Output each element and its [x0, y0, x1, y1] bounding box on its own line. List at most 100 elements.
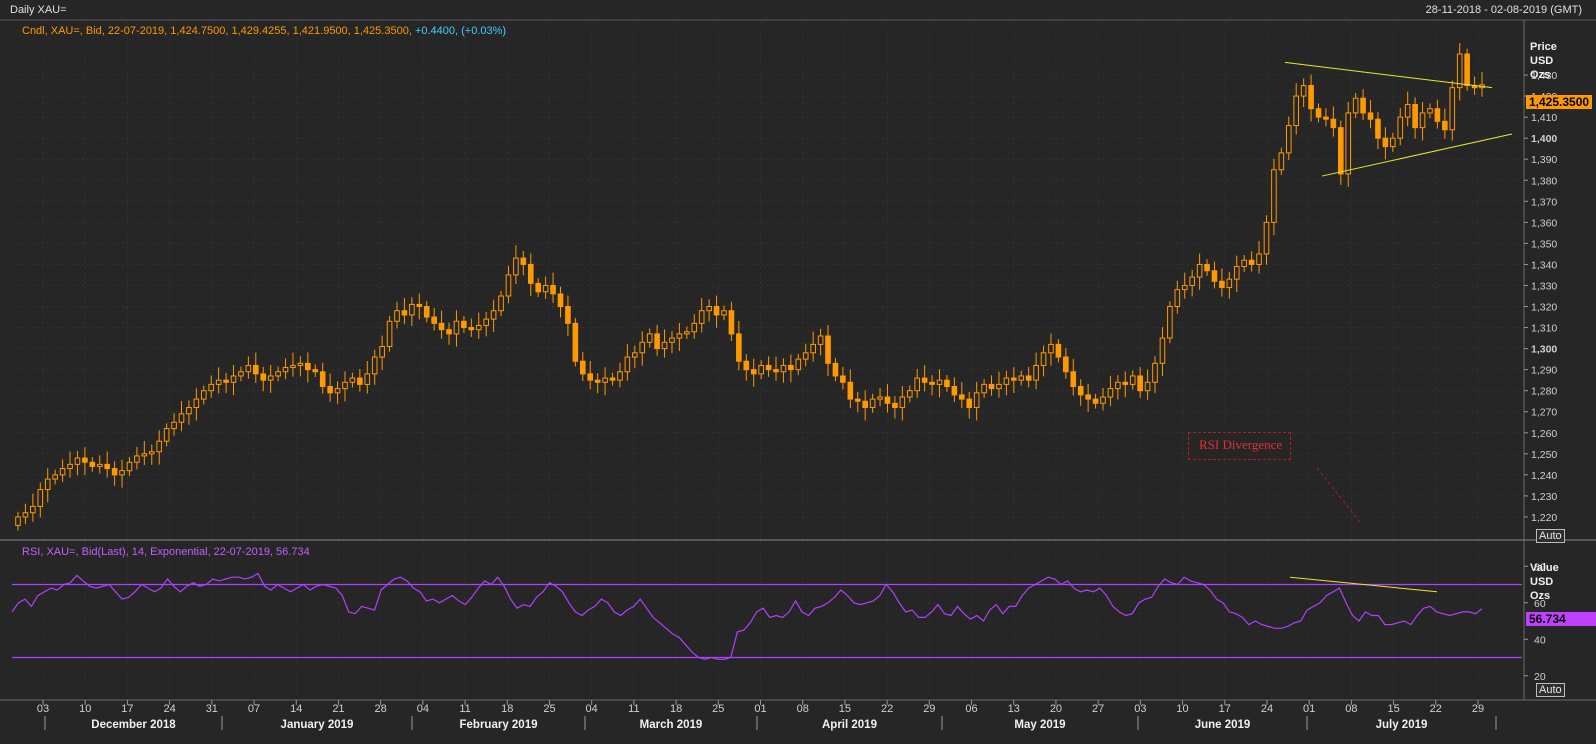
- candle-up: [1196, 263, 1203, 278]
- candle-down: [401, 310, 408, 316]
- price-axis-title: Price USD Ozs: [1530, 40, 1557, 82]
- rsi-divergence-annotation: RSI Divergence: [1188, 432, 1292, 460]
- candle-down: [327, 385, 333, 394]
- candle-up: [1226, 278, 1233, 289]
- x-tick-label: 31: [206, 703, 218, 715]
- price-legend-values: Cndl, XAU=, Bid, 22-07-2019, 1,424.7500,…: [22, 25, 412, 37]
- candle-up: [22, 512, 29, 518]
- rsi-axis-title-line: Ozs: [1530, 590, 1551, 602]
- last-price-tag: 1,425.3500: [1526, 95, 1593, 109]
- candle-up: [364, 373, 371, 385]
- candle-up: [817, 335, 824, 345]
- candle-up: [156, 440, 163, 453]
- candle-up: [1241, 259, 1247, 268]
- price-legend-change: +0.4400, (+0.03%): [414, 25, 507, 37]
- price-tick-label: 1,350: [1531, 238, 1557, 250]
- price-tick-label: 1,320: [1531, 302, 1557, 314]
- candle-up: [1189, 276, 1195, 286]
- candle-up: [67, 463, 73, 470]
- candle-up: [899, 396, 906, 409]
- candle-up: [795, 358, 802, 371]
- candle-down: [312, 369, 319, 373]
- candle-up: [96, 463, 103, 467]
- x-tick-label: 29: [923, 703, 935, 715]
- candle-down: [951, 385, 958, 396]
- candle-up: [602, 377, 608, 383]
- candle-up: [1100, 396, 1106, 404]
- month-label: July 2019: [1376, 719, 1428, 731]
- candle-up: [379, 346, 385, 358]
- candle-up: [617, 371, 623, 381]
- x-tick-label: 10: [79, 703, 91, 715]
- candle-up: [386, 320, 393, 348]
- chart-canvas: 1,220 1,230 1,240 1,250 1,260 1,270 1,280 1,290…: [0, 0, 1596, 744]
- candle-down: [572, 322, 579, 362]
- x-tick-label: 14: [290, 703, 302, 715]
- price-tick-label: 1,370: [1531, 196, 1557, 208]
- x-tick-label: 27: [1092, 703, 1104, 715]
- candle-down: [1063, 356, 1069, 373]
- candle-up: [1040, 352, 1047, 366]
- price-tick-label: 1,290: [1531, 365, 1557, 377]
- month-label: June 2019: [1195, 719, 1251, 731]
- candle-down: [111, 468, 118, 476]
- candle-down: [1137, 375, 1143, 392]
- candle-up: [208, 383, 215, 392]
- price-tick-label: 1,310: [1531, 323, 1557, 335]
- candle-down: [884, 396, 891, 404]
- candle-down: [1204, 263, 1210, 272]
- candle-down: [416, 303, 423, 308]
- candle-up: [178, 413, 185, 423]
- candle-down: [765, 364, 772, 371]
- x-tick-label: 25: [712, 703, 724, 715]
- candle-up: [490, 310, 497, 320]
- price-tick-label: 1,390: [1531, 154, 1557, 166]
- x-tick-label: 04: [586, 703, 598, 715]
- candle-up: [542, 284, 549, 293]
- candle-down: [1011, 377, 1017, 381]
- candle-down: [1434, 108, 1441, 122]
- candle-up: [1048, 343, 1054, 354]
- rsi-tick-label: 40: [1534, 634, 1546, 646]
- candle-down: [550, 284, 556, 295]
- candle-up: [371, 356, 378, 375]
- candle-up: [1107, 388, 1114, 398]
- candle-up: [275, 371, 281, 377]
- candle-up: [267, 375, 274, 381]
- candle-up: [981, 383, 987, 394]
- candle-up: [245, 364, 252, 373]
- candle-down: [1308, 85, 1314, 110]
- x-tick-label: 15: [839, 703, 851, 715]
- price-tick-label: 1,220: [1531, 512, 1557, 524]
- candle-up: [297, 362, 304, 366]
- candle-down: [1382, 137, 1389, 148]
- rsi-auto-scale-button[interactable]: Auto: [1536, 683, 1565, 697]
- rsi-axis-title-line: Value: [1530, 562, 1559, 574]
- x-tick-label: 04: [417, 703, 429, 715]
- price-tick-label: 1,330: [1531, 280, 1557, 292]
- candle-up: [1419, 112, 1426, 129]
- x-tick-label: 03: [1134, 703, 1146, 715]
- candle-up: [936, 379, 943, 385]
- price-axis-title-line: Price: [1530, 41, 1557, 53]
- candle-down: [788, 364, 794, 371]
- x-tick-label: 06: [965, 703, 977, 715]
- candle-up: [1152, 362, 1158, 383]
- price-auto-scale-button[interactable]: Auto: [1536, 529, 1565, 543]
- candle-down: [854, 398, 861, 402]
- candle-up: [1390, 137, 1396, 148]
- candle-down: [1464, 53, 1470, 87]
- month-label: December 2018: [91, 719, 176, 731]
- price-tick-label: 1,260: [1531, 428, 1557, 440]
- rsi-legend: RSI, XAU=, Bid(Last), 14, Exponential, 2…: [22, 546, 310, 558]
- candle-up: [193, 398, 200, 409]
- candle-up: [59, 468, 66, 476]
- price-tick-label: 1,300: [1531, 344, 1557, 356]
- candle-down: [1219, 280, 1225, 289]
- candle-up: [37, 489, 44, 507]
- x-tick-label: 18: [501, 703, 513, 715]
- candle-up: [676, 333, 683, 339]
- candle-up: [171, 421, 177, 430]
- candle-up: [409, 303, 415, 316]
- candle-down: [1085, 394, 1091, 400]
